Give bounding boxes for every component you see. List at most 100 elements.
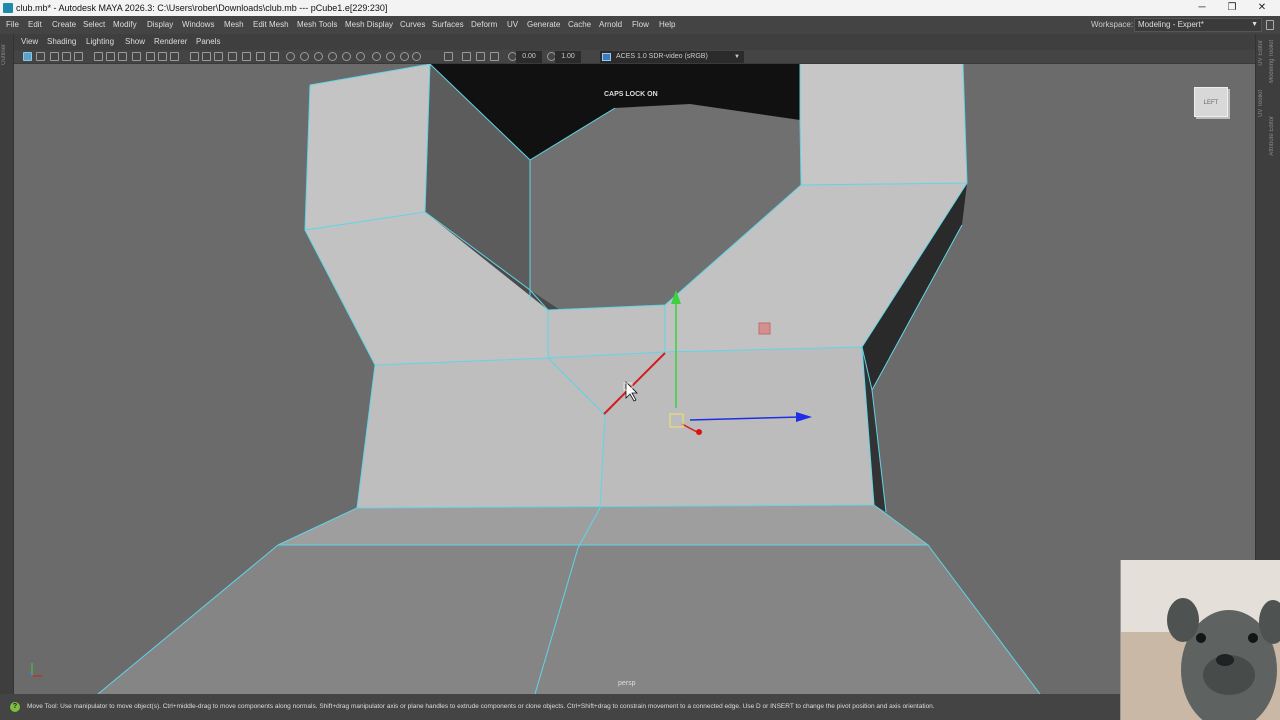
menu-cache[interactable]: Cache <box>568 16 591 34</box>
camera-name-label: persp <box>618 680 636 687</box>
caps-lock-indicator: CAPS LOCK ON <box>604 91 658 98</box>
main-menubar: File Edit Create Select Modify Display W… <box>0 16 1280 34</box>
help-icon[interactable]: ? <box>10 702 20 712</box>
mesh-face-base-top <box>278 505 928 545</box>
mesh-face-base-front <box>98 545 1040 694</box>
colorspace-value: ACES 1.0 SDR-video (sRGB) <box>616 53 708 60</box>
field-chart-icon[interactable] <box>158 52 167 61</box>
panel-menu-renderer[interactable]: Renderer <box>154 34 187 50</box>
panel-toolbar: 0.00 1.00 ACES 1.0 SDR-video (sRGB) ▼ <box>14 50 1255 64</box>
safe-action-icon[interactable] <box>170 52 179 61</box>
grease-pencil-icon[interactable] <box>94 52 103 61</box>
select-camera-icon[interactable] <box>23 52 32 61</box>
resolution-gate-icon[interactable] <box>132 52 141 61</box>
menu-edit[interactable]: Edit <box>28 16 42 34</box>
left-panel-strip: Outliner <box>0 34 14 694</box>
display-all-icon[interactable] <box>490 52 499 61</box>
panel-menu-panels[interactable]: Panels <box>196 34 220 50</box>
menu-file[interactable]: File <box>6 16 19 34</box>
menu-uv[interactable]: UV <box>507 16 518 34</box>
wireframe-icon[interactable] <box>270 52 279 61</box>
workspace-value: Modeling - Expert* <box>1138 20 1204 29</box>
panel-menu-show[interactable]: Show <box>125 34 145 50</box>
close-button[interactable]: ✕ <box>1252 0 1272 16</box>
grid-snap-icon[interactable] <box>106 52 115 61</box>
xray-joints-icon[interactable] <box>242 52 251 61</box>
maya-app-icon <box>3 3 13 13</box>
mesh-scene[interactable] <box>14 64 1255 694</box>
view-transform-icon <box>602 53 611 61</box>
menu-edit-mesh[interactable]: Edit Mesh <box>253 16 289 34</box>
isolate-icon[interactable] <box>444 52 453 61</box>
help-line: ? Move Tool: Use manipulator to move obj… <box>0 694 1120 720</box>
depth-of-field-icon[interactable] <box>400 52 409 61</box>
workspace-label: Workspace: <box>1091 20 1134 29</box>
menu-display[interactable]: Display <box>147 16 173 34</box>
film-gate-icon[interactable] <box>118 52 127 61</box>
use-lights-icon[interactable] <box>328 52 337 61</box>
webcam-overlay <box>1120 560 1280 720</box>
uv-toolkit-tab[interactable]: UV Toolkit <box>1258 90 1264 117</box>
menu-create[interactable]: Create <box>52 16 76 34</box>
grid-toggle-icon[interactable] <box>190 52 199 61</box>
exposure-field[interactable]: 0.00 <box>516 51 542 63</box>
menu-mesh-display[interactable]: Mesh Display <box>345 16 393 34</box>
workspace-dropdown[interactable]: Modeling - Expert* ▼ <box>1134 18 1262 32</box>
modeling-toolkit-tab[interactable]: Modeling Toolkit <box>1269 40 1275 83</box>
right-panel-strip: UV Editor Modeling Toolkit UV Toolkit At… <box>1255 34 1280 560</box>
attribute-editor-tab[interactable]: Attribute Editor <box>1269 116 1275 156</box>
menu-flow[interactable]: Flow <box>632 16 649 34</box>
panel-menu-shading[interactable]: Shading <box>47 34 76 50</box>
menu-mesh[interactable]: Mesh <box>224 16 244 34</box>
textured-icon[interactable] <box>314 52 323 61</box>
help-text: Move Tool: Use manipulator to move objec… <box>27 703 935 710</box>
menu-help[interactable]: Help <box>659 16 675 34</box>
menu-select[interactable]: Select <box>83 16 105 34</box>
bookmark-icon[interactable] <box>50 52 59 61</box>
menu-surfaces[interactable]: Surfaces <box>432 16 464 34</box>
window-title: club.mb* - Autodesk MAYA 2026.3: C:\User… <box>16 3 388 13</box>
xray-toggle-icon[interactable] <box>462 52 471 61</box>
camera-attributes-icon[interactable] <box>36 52 45 61</box>
move-manip-plane-handle[interactable] <box>758 322 771 335</box>
screen-space-icon[interactable] <box>412 52 421 61</box>
restore-button[interactable]: ❐ <box>1222 0 1242 16</box>
image-plane-icon[interactable] <box>62 52 71 61</box>
menu-mesh-tools[interactable]: Mesh Tools <box>297 16 337 34</box>
panel-menu-view[interactable]: View <box>21 34 38 50</box>
gate-mask-icon[interactable] <box>146 52 155 61</box>
xray-components-icon[interactable] <box>256 52 265 61</box>
menu-deform[interactable]: Deform <box>471 16 497 34</box>
ambient-occlusion-icon[interactable] <box>356 52 365 61</box>
smooth-shade-icon[interactable] <box>286 52 295 61</box>
menu-generate[interactable]: Generate <box>527 16 560 34</box>
outliner-tab[interactable]: Outliner <box>1 44 7 65</box>
menu-curves[interactable]: Curves <box>400 16 425 34</box>
mesh-face-front-left <box>357 358 605 508</box>
title-bar: club.mb* - Autodesk MAYA 2026.3: C:\User… <box>0 0 1280 16</box>
lock-icon[interactable] <box>1266 20 1274 30</box>
xray-icon[interactable] <box>228 52 237 61</box>
uv-editor-tab[interactable]: UV Editor <box>1258 40 1264 66</box>
mesh-face-left-top <box>305 64 430 230</box>
motion-blur-icon[interactable] <box>372 52 381 61</box>
menu-arnold[interactable]: Arnold <box>599 16 622 34</box>
move-manip-x-handle[interactable] <box>696 429 702 435</box>
menu-modify[interactable]: Modify <box>113 16 137 34</box>
colorspace-dropdown[interactable]: ACES 1.0 SDR-video (sRGB) ▼ <box>600 51 744 63</box>
two-d-pan-icon[interactable] <box>74 52 83 61</box>
shadows-icon[interactable] <box>342 52 351 61</box>
isolate-select-icon[interactable] <box>214 52 223 61</box>
minimize-button[interactable]: ─ <box>1192 0 1212 16</box>
wireframe-on-shaded-icon[interactable] <box>300 52 309 61</box>
perspective-viewport[interactable]: CAPS LOCK ON LEFT persp <box>14 64 1255 694</box>
view-cube[interactable]: LEFT <box>1194 87 1228 117</box>
heads-up-display-icon[interactable] <box>202 52 211 61</box>
menu-windows[interactable]: Windows <box>182 16 214 34</box>
panel-menu-lighting[interactable]: Lighting <box>86 34 114 50</box>
multisample-icon[interactable] <box>386 52 395 61</box>
dog-image <box>1167 598 1280 720</box>
backface-culling-icon[interactable] <box>476 52 485 61</box>
mesh-face-bridge <box>548 305 665 358</box>
gamma-field[interactable]: 1.00 <box>555 51 581 63</box>
